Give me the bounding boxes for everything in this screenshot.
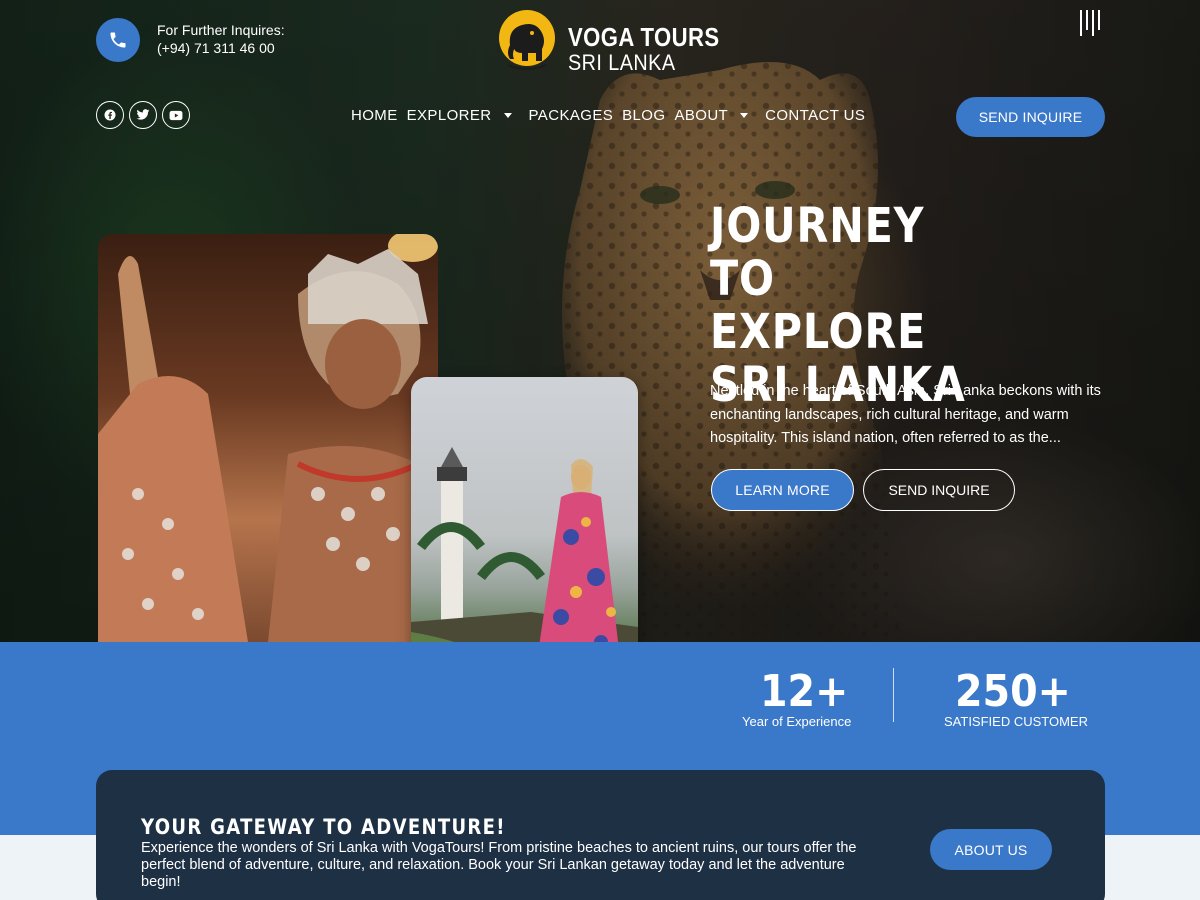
site-logo[interactable]: VOGA TOURS SRI LANKA [498,9,719,75]
nav-item-label: BLOG [622,107,666,124]
learn-more-button[interactable]: LEARN MORE [711,469,854,511]
gateway-title: YOUR GATEWAY TO ADVENTURE! [141,815,506,839]
menu-toggle-icon[interactable] [1080,10,1102,36]
main-navigation: HOME EXPLORER PACKAGES BLOG ABOUT CONTAC… [351,107,874,124]
youtube-icon[interactable] [162,101,190,129]
nav-item-about[interactable]: ABOUT [674,107,756,124]
stat-value-customers: 250+ [955,666,1071,717]
stat-label-experience: Year of Experience [742,714,852,729]
send-inquire-hero-button[interactable]: SEND INQUIRE [863,469,1015,511]
nav-item-home[interactable]: HOME [351,107,398,124]
nav-item-label: ABOUT [674,107,729,124]
facebook-icon[interactable] [96,101,124,129]
send-inquire-header-button[interactable]: SEND INQUIRE [956,97,1105,137]
nav-item-label: PACKAGES [528,107,614,124]
nav-item-packages[interactable]: PACKAGES [529,107,614,124]
logo-text-brand: VOGA TOURS [568,22,720,52]
social-links [96,101,190,129]
stat-label-customers: SATISFIED CUSTOMER [944,714,1088,729]
gateway-description: Experience the wonders of Sri Lanka with… [141,840,857,890]
hero-description: Nestled in the heart of South Asia, Sri … [710,383,1101,446]
contact-phone-number[interactable]: (+94) 71 311 46 00 [157,40,275,56]
dancer-illustration [98,234,438,642]
stat-divider [893,668,894,722]
stat-value-experience: 12+ [760,666,849,717]
phone-button[interactable] [96,18,140,62]
nav-item-label: EXPLORER [406,107,492,124]
logo-text-country: SRI LANKA [568,50,676,75]
chevron-down-icon [503,113,512,118]
nav-item-label: HOME [351,107,398,124]
elephant-logo-icon [499,10,555,70]
about-us-button[interactable]: ABOUT US [930,829,1052,870]
phone-icon [110,32,126,48]
twitter-icon[interactable] [129,101,157,129]
kandyan-dancer-photo [98,234,438,642]
nav-item-label: CONTACT US [765,107,866,124]
nav-item-explorer[interactable]: EXPLORER [407,107,520,124]
contact-label: For Further Inquires: [157,22,285,38]
chevron-down-icon [740,113,749,118]
nav-item-contact-us[interactable]: CONTACT US [765,107,865,124]
nav-item-blog[interactable]: BLOG [622,107,665,124]
